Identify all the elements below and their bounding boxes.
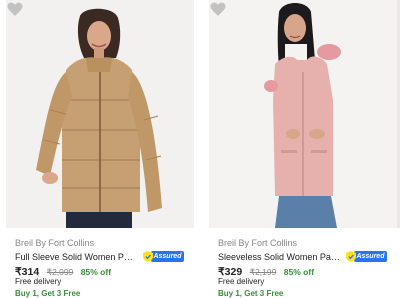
wishlist-heart-icon[interactable] [209,0,227,18]
delivery-info: Free delivery [15,277,62,286]
discount-percent: 85% off [283,267,315,277]
original-price: ₹2,099 [46,267,74,277]
assured-shield-icon [346,251,357,263]
assured-label: Assured [151,251,185,263]
brand-name: Breil By Fort Collins [218,238,298,248]
assured-badge: Assured [143,251,185,263]
assured-shield-icon [143,251,154,263]
product-image[interactable] [209,0,397,228]
assured-label: Assured [354,251,388,263]
brand-name: Breil By Fort Collins [15,238,95,248]
original-price: ₹2,199 [249,267,277,277]
assured-badge: Assured [346,251,388,263]
delivery-info: Free delivery [218,277,265,286]
wishlist-heart-icon[interactable] [6,0,24,18]
product-title[interactable]: Full Sleeve Solid Women Padded Jacket [15,252,137,262]
discount-percent: 85% off [80,267,112,277]
product-card[interactable]: Breil By Fort Collins Sleeveless Solid W… [203,0,397,298]
product-image[interactable] [6,0,194,228]
product-title[interactable]: Sleeveless Solid Women Parka Jacket [218,252,340,262]
product-card[interactable]: Breil By Fort Collins Full Sleeve Solid … [0,0,194,298]
